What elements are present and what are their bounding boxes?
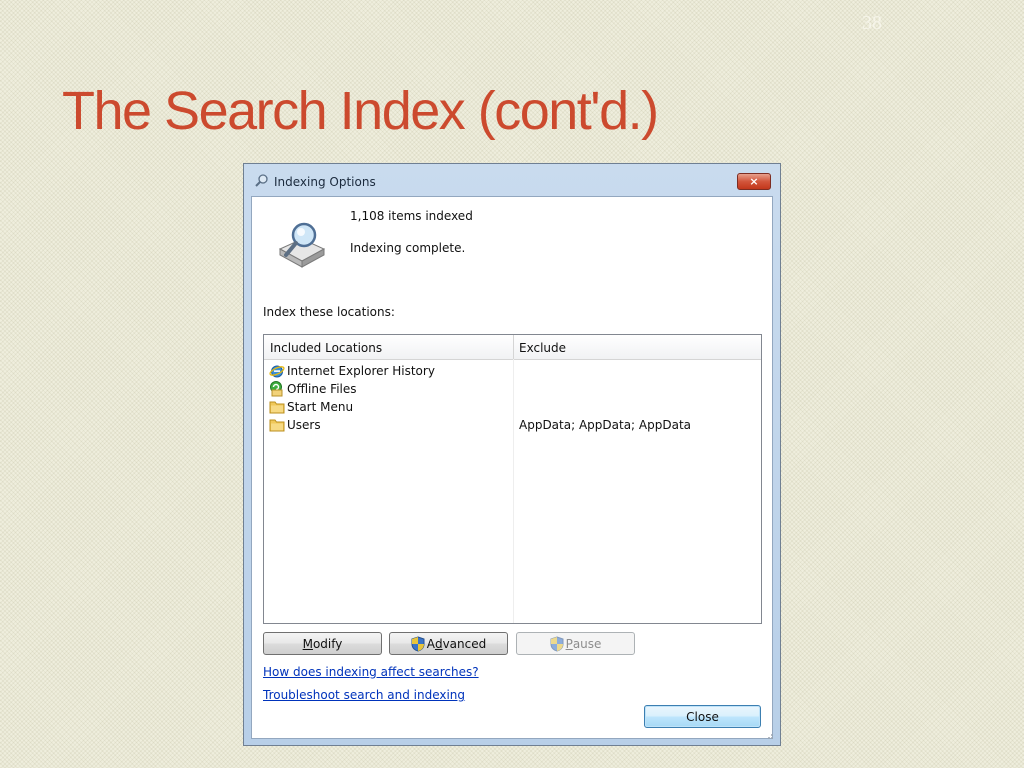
dialog-titlebar[interactable]: Indexing Options × bbox=[244, 164, 780, 198]
indexing-options-dialog: Indexing Options × 1,108 items indexed I… bbox=[243, 163, 781, 746]
location-exclude: AppData; AppData; AppData bbox=[519, 418, 692, 432]
column-header-included[interactable]: Included Locations bbox=[270, 341, 382, 355]
modify-button[interactable]: Modify bbox=[263, 632, 382, 655]
list-item[interactable]: Start Menu bbox=[264, 398, 761, 416]
dialog-title: Indexing Options bbox=[274, 175, 376, 189]
column-header-exclude[interactable]: Exclude bbox=[519, 341, 566, 355]
close-button[interactable]: Close bbox=[644, 705, 761, 728]
troubleshoot-link[interactable]: Troubleshoot search and indexing bbox=[263, 688, 465, 702]
pause-button[interactable]: Pause bbox=[516, 632, 635, 655]
folder-icon bbox=[269, 401, 285, 414]
indexing-status: Indexing complete. bbox=[350, 241, 466, 255]
window-close-button[interactable]: × bbox=[737, 173, 771, 190]
pause-rest: ause bbox=[572, 636, 602, 651]
location-name: Offline Files bbox=[287, 382, 357, 396]
dialog-content: 1,108 items indexed Indexing complete. I… bbox=[251, 196, 773, 739]
advanced-pre: A bbox=[426, 636, 435, 651]
slide-number: 38 bbox=[862, 12, 882, 34]
list-item[interactable]: Users AppData; AppData; AppData bbox=[264, 416, 761, 434]
offline-files-icon bbox=[270, 381, 283, 397]
index-locations-label: Index these locations: bbox=[263, 305, 395, 319]
how-indexing-link[interactable]: How does indexing affect searches? bbox=[263, 665, 479, 679]
list-item[interactable]: Offline Files bbox=[264, 380, 761, 398]
location-name: Internet Explorer History bbox=[287, 364, 435, 378]
slide-title: The Search Index (cont'd.) bbox=[62, 81, 659, 141]
uac-shield-icon bbox=[550, 635, 564, 652]
locations-list[interactable]: Included Locations Exclude Internet Expl… bbox=[263, 334, 762, 624]
folder-icon bbox=[269, 419, 285, 432]
list-item[interactable]: Internet Explorer History bbox=[264, 362, 761, 380]
advanced-rest: vanced bbox=[442, 636, 487, 651]
advanced-button[interactable]: Ad vanced bbox=[389, 632, 508, 655]
resize-grip-icon[interactable] bbox=[764, 730, 774, 740]
modify-rest: odify bbox=[312, 636, 343, 651]
search-drive-icon bbox=[278, 222, 326, 268]
indexing-options-icon bbox=[255, 174, 268, 187]
items-indexed-count: 1,108 items indexed bbox=[350, 209, 473, 223]
header-divider[interactable] bbox=[513, 335, 514, 359]
location-name: Users bbox=[287, 418, 321, 432]
advanced-accel: d bbox=[434, 636, 443, 651]
location-name: Start Menu bbox=[287, 400, 354, 414]
modify-accel: M bbox=[302, 636, 313, 651]
close-icon: × bbox=[749, 175, 759, 188]
internet-explorer-icon bbox=[269, 365, 285, 378]
pause-accel: P bbox=[565, 636, 573, 651]
uac-shield-icon bbox=[411, 635, 425, 652]
